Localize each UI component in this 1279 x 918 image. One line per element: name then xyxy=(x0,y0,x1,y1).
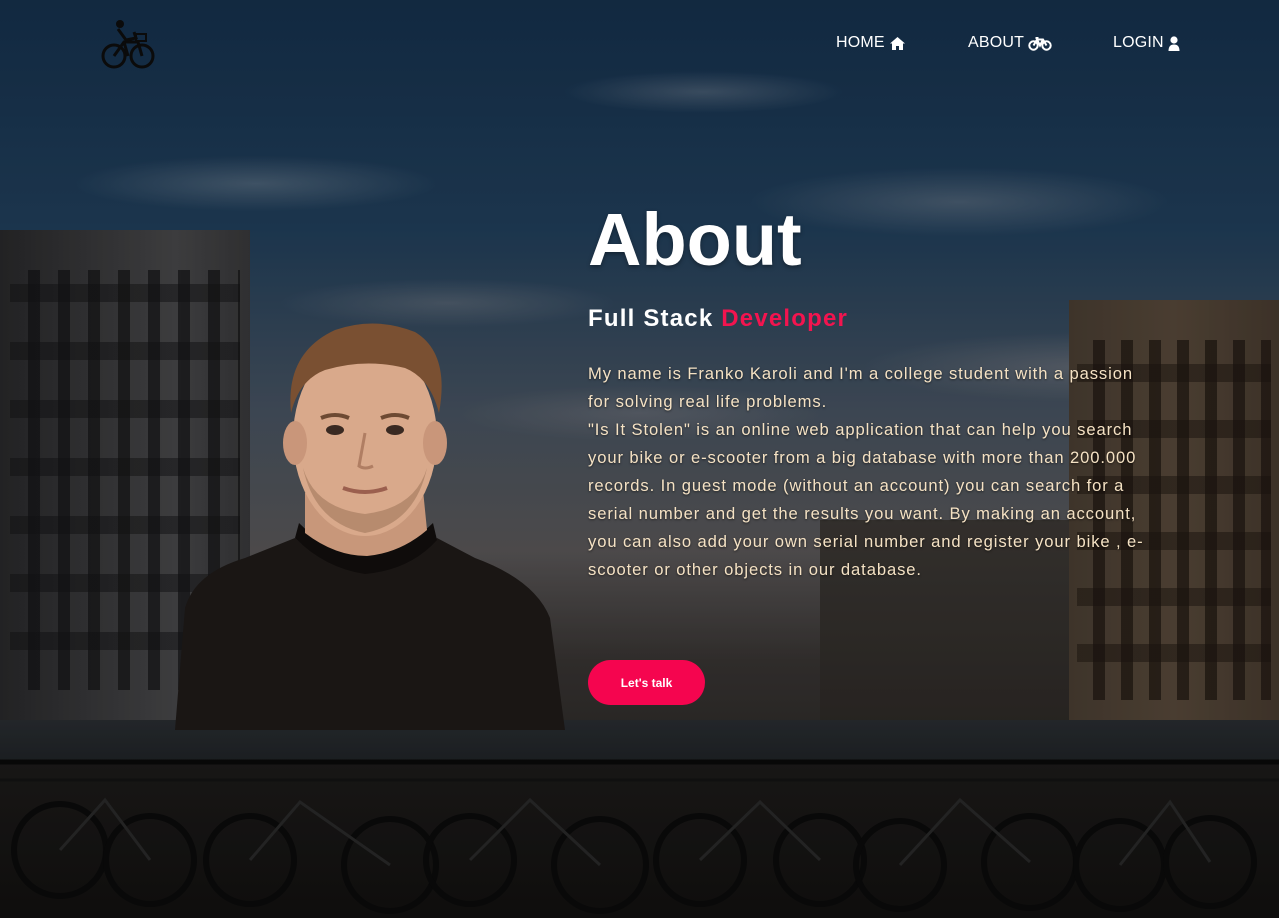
main-navigation: HOME ABOUT LOGIN xyxy=(0,34,1279,56)
nav-login-label: LOGIN xyxy=(1113,34,1164,51)
profile-photo xyxy=(175,323,565,730)
intro-paragraph: My name is Franko Karoli and I'm a colle… xyxy=(588,364,1133,411)
nav-login-link[interactable]: LOGIN xyxy=(1113,34,1180,52)
role-subtitle: Full Stack Developer xyxy=(588,304,1148,334)
nav-home-label: HOME xyxy=(836,34,885,51)
user-icon xyxy=(1168,35,1180,51)
role-subtitle-main: Full Stack xyxy=(588,305,714,332)
role-subtitle-accent: Developer xyxy=(721,305,849,332)
nav-about-label: ABOUT xyxy=(968,34,1025,51)
app-description-paragraph: "Is It Stolen" is an online web applicat… xyxy=(588,420,1144,579)
nav-about-link[interactable]: ABOUT xyxy=(968,34,1052,52)
bicycle-icon xyxy=(1028,36,1052,51)
page-title: About xyxy=(588,198,802,281)
home-icon xyxy=(889,36,905,50)
about-description: My name is Franko Karoli and I'm a colle… xyxy=(588,360,1148,584)
nav-home-link[interactable]: HOME xyxy=(836,34,906,52)
about-section: About Full Stack Developer My name is Fr… xyxy=(588,198,1148,584)
lets-talk-button[interactable]: Let's talk xyxy=(588,660,705,705)
